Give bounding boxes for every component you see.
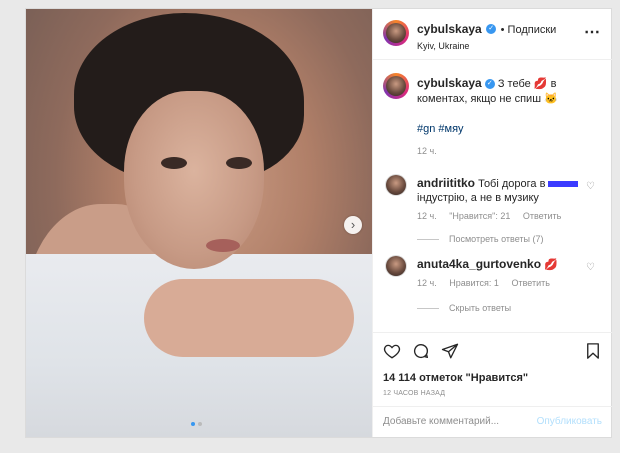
replies-line (417, 308, 439, 310)
reply-button[interactable]: Ответить (511, 278, 549, 288)
caption-username[interactable]: cybulskaya (417, 76, 482, 90)
photo-face (124, 91, 264, 269)
view-replies[interactable]: Посмотреть ответы (7) (417, 234, 544, 244)
commenter-avatar[interactable] (385, 255, 407, 277)
comment-text: anuta4ka_gurtovenko 💋 (417, 257, 558, 271)
carousel-dot-active (191, 422, 195, 426)
heart-icon[interactable] (383, 342, 401, 360)
bookmark-icon[interactable] (584, 342, 602, 360)
caption-avatar[interactable] (383, 73, 409, 99)
kiss-emoji-icon: 💋 (544, 259, 558, 271)
verified-badge-icon: ✓ (486, 23, 497, 34)
comment-time: 12 ч. (417, 211, 437, 221)
posted-time: 12 ЧАСОВ НАЗАД (383, 390, 446, 397)
comment-username[interactable]: anuta4ka_gurtovenko (417, 257, 541, 271)
next-photo-button[interactable]: › (344, 216, 362, 234)
comment-text-part: індустрію, а не в музику (417, 192, 539, 204)
comment-likes[interactable]: "Нравится": 21 (449, 211, 510, 221)
carousel-dots (191, 422, 202, 426)
cat-emoji-icon: 🐱 (544, 93, 558, 105)
caption-time: 12 ч. (417, 146, 437, 156)
post-photo[interactable]: › (26, 9, 372, 437)
comment-2: anuta4ka_gurtovenko 💋 ♡ 12 ч. Нравится: … (383, 255, 608, 325)
hide-replies[interactable]: Скрыть ответы (417, 303, 511, 313)
instagram-post: › cybulskaya ✓ • Подписки Kyiv, Ukraine … (25, 8, 612, 438)
view-replies-label[interactable]: Посмотреть ответы (7) (449, 234, 544, 244)
commenter-avatar[interactable] (385, 174, 407, 196)
more-options-icon[interactable]: ⋯ (584, 22, 600, 42)
comment-text: andriititko Тобі дорога в індустрію, а н… (417, 176, 587, 205)
comment-like-heart-icon[interactable]: ♡ (586, 182, 596, 192)
photo-mouth (206, 239, 240, 252)
photo-eye-left (161, 157, 187, 169)
comment-meta: 12 ч. Нравится: 1 Ответить (417, 278, 550, 288)
comment-meta: 12 ч. "Нравится": 21 Ответить (417, 211, 561, 221)
kiss-emoji-icon: 💋 (533, 78, 548, 90)
replies-line (417, 239, 439, 241)
caption-text-part: З тебе (497, 78, 531, 90)
follow-status[interactable]: • Подписки (501, 24, 557, 36)
comment-username[interactable]: andriititko (417, 176, 475, 190)
publish-button[interactable]: Опубликовать (537, 416, 602, 427)
post-sidebar: cybulskaya ✓ • Подписки Kyiv, Ukraine ⋯ … (372, 9, 612, 437)
comment-like-heart-icon[interactable]: ♡ (586, 263, 596, 273)
comment-time: 12 ч. (417, 278, 437, 288)
hide-replies-label[interactable]: Скрыть ответы (449, 303, 511, 313)
carousel-dot (198, 422, 202, 426)
post-location[interactable]: Kyiv, Ukraine (417, 41, 556, 51)
share-icon[interactable] (441, 342, 459, 360)
photo-arm (144, 279, 354, 357)
comment-text-part: Тобі дорога в (478, 178, 546, 190)
redacted-scribble (548, 181, 579, 188)
caption-text-part: якщо не спиш (470, 93, 542, 105)
verified-badge-icon: ✓ (484, 79, 495, 90)
author-avatar[interactable] (383, 20, 409, 46)
comment-icon[interactable] (412, 342, 430, 360)
add-comment-bar: Добавьте комментарий... Опубликовать (373, 406, 612, 438)
post-header: cybulskaya ✓ • Подписки Kyiv, Ukraine ⋯ (373, 9, 612, 60)
caption-hashtags[interactable]: #gn #мяу (417, 123, 464, 135)
author-username[interactable]: cybulskaya (417, 22, 482, 36)
comment-1: andriititko Тобі дорога в індустрію, а н… (383, 174, 608, 249)
author-info: cybulskaya ✓ • Подписки Kyiv, Ukraine (417, 20, 556, 51)
likes-count[interactable]: 14 114 отметок "Нравится" (383, 372, 528, 384)
reply-button[interactable]: Ответить (523, 211, 561, 221)
add-comment-input[interactable]: Добавьте комментарий... (383, 416, 499, 427)
comment-likes[interactable]: Нравится: 1 (449, 278, 499, 288)
photo-eye-right (226, 157, 252, 169)
caption-text: cybulskaya ✓ З тебе 💋 в коментах, якщо н… (417, 76, 607, 107)
